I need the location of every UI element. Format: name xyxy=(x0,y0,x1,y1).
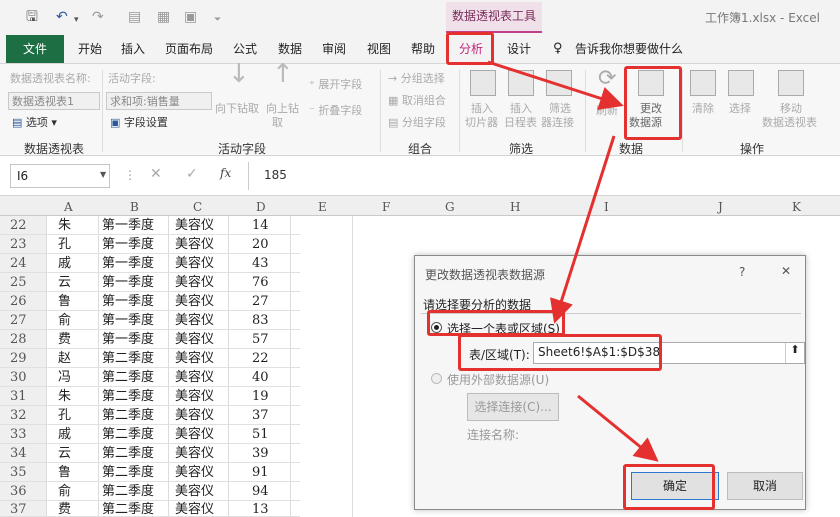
arrow-range-to-ok xyxy=(577,394,659,462)
annotation-arrows xyxy=(487,60,659,462)
arrow-source-to-dialog xyxy=(550,135,616,324)
arrow-analyze-to-source xyxy=(487,60,624,110)
